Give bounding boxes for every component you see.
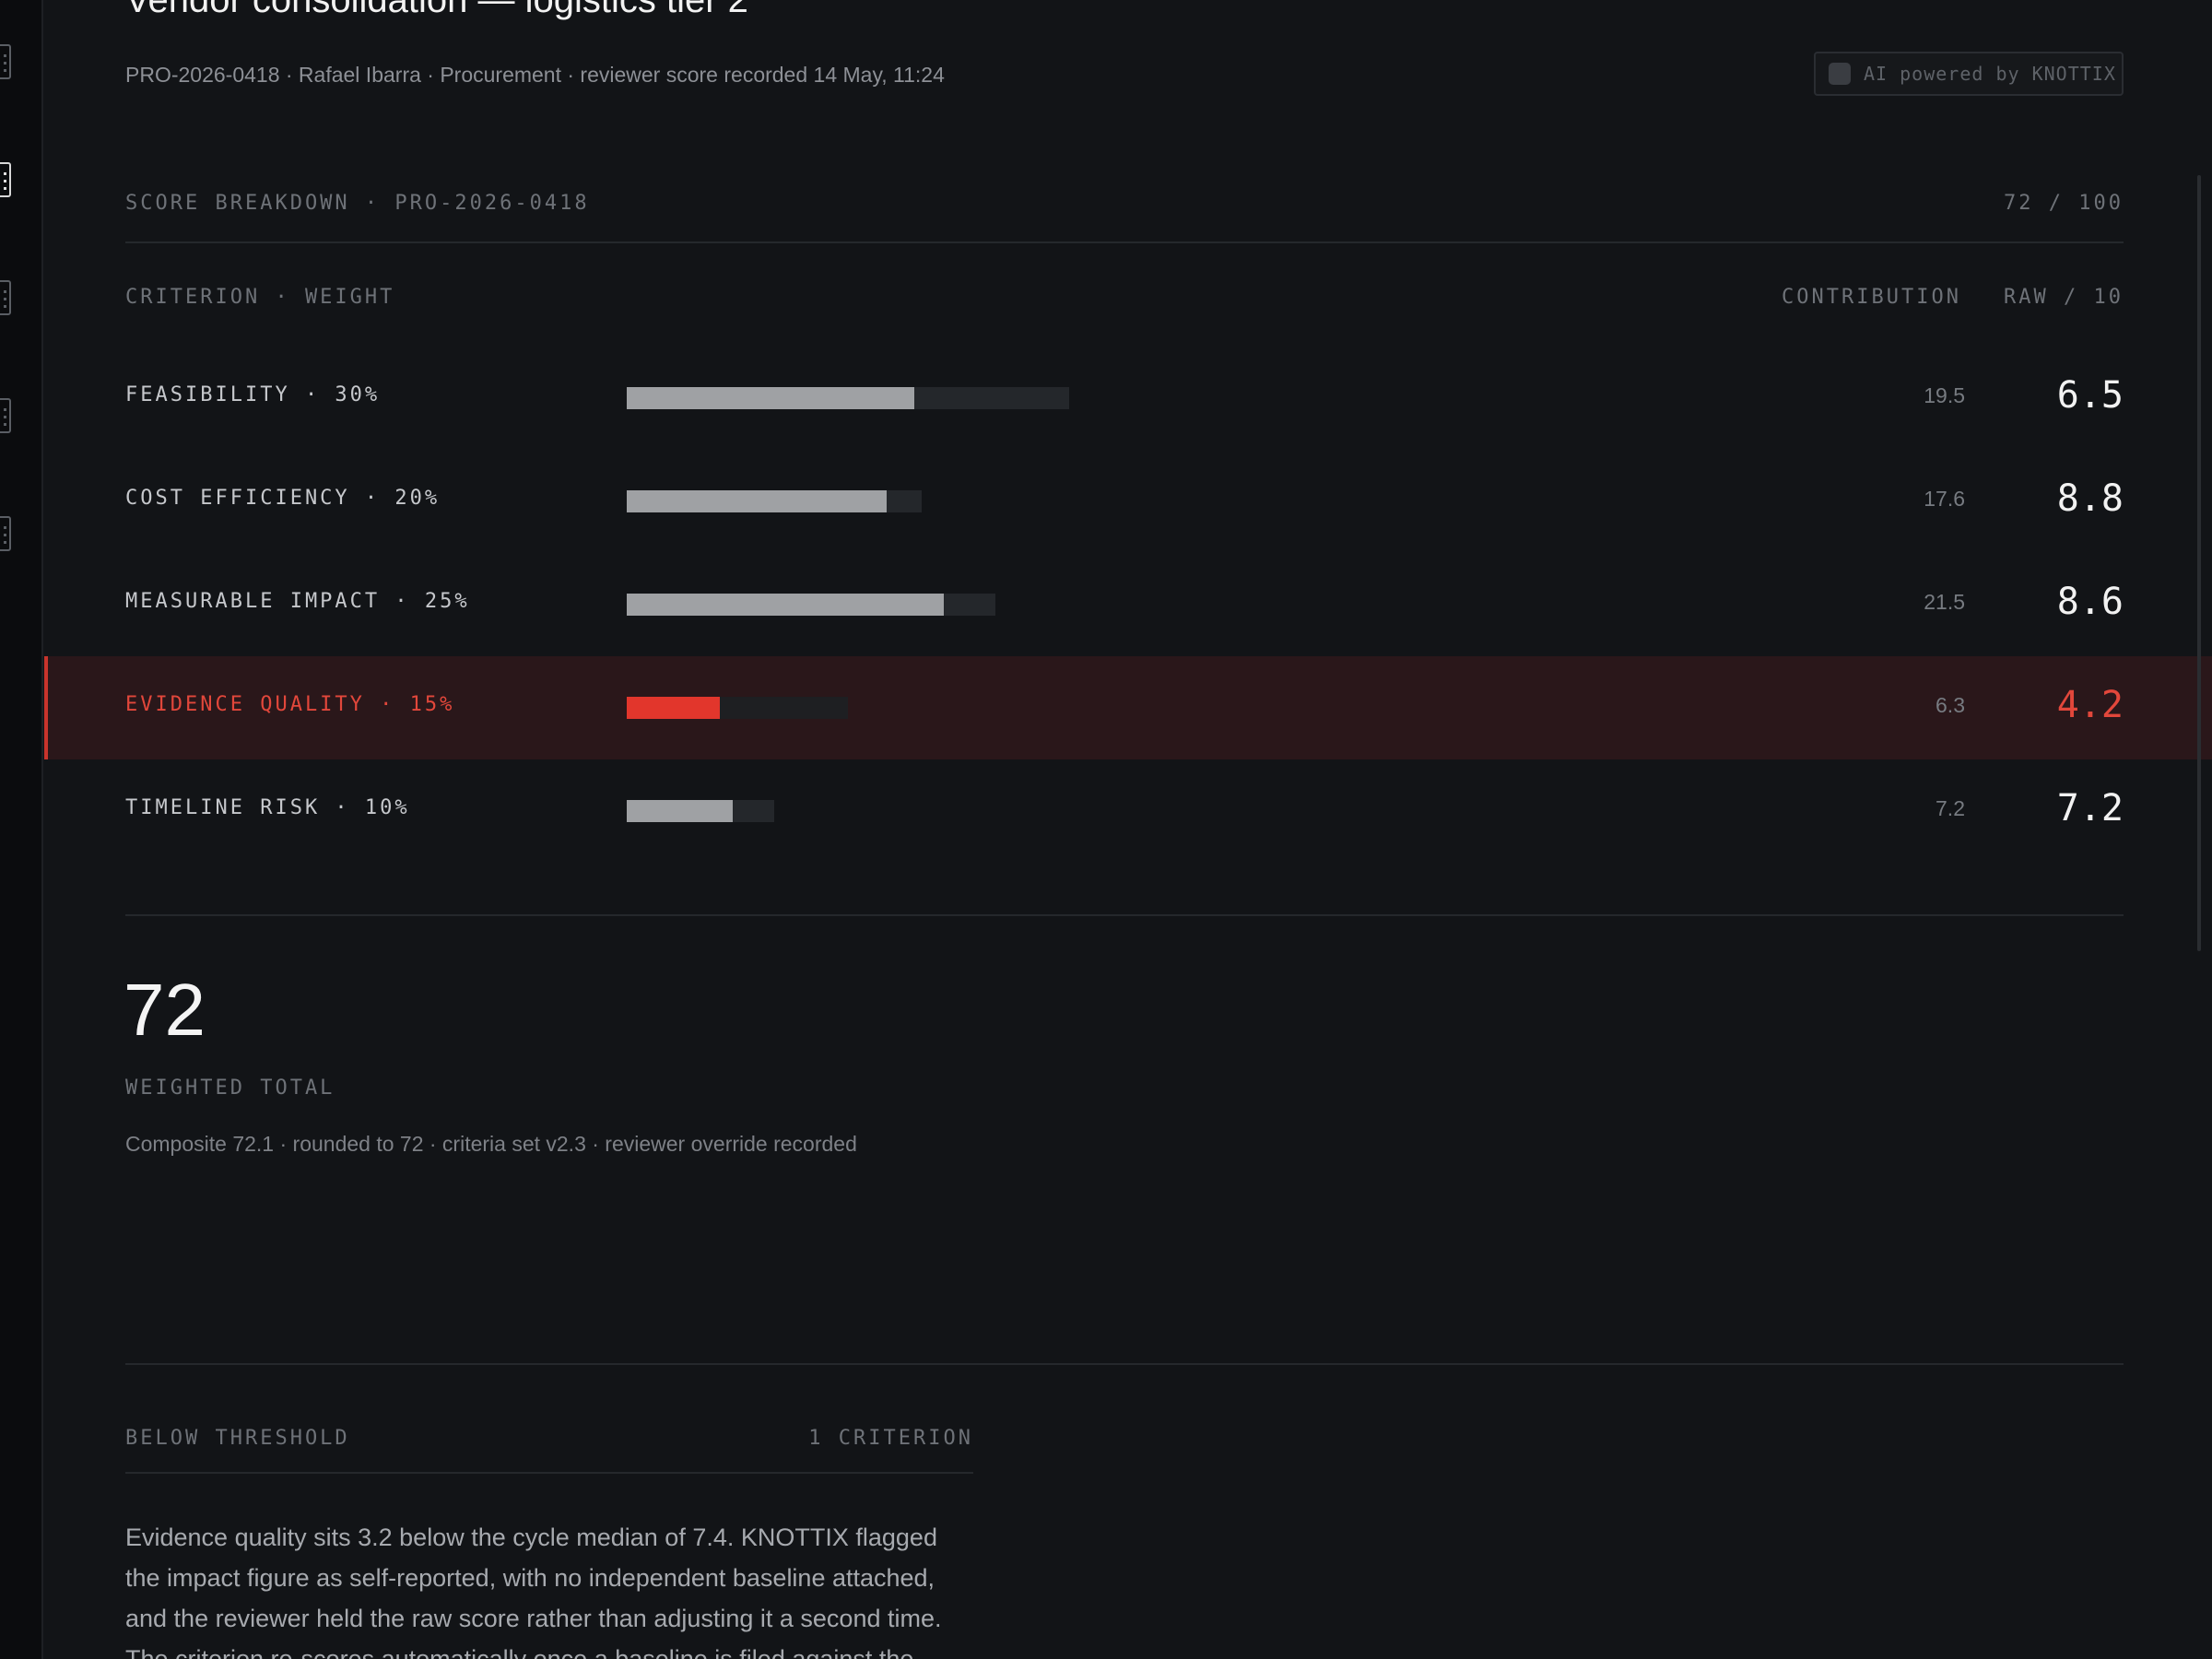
criterion-row[interactable]: MEASURABLE IMPACT · 25% 21.5 8.6 <box>44 553 2212 656</box>
score-bar-track <box>627 387 1069 409</box>
criterion-contribution: 17.6 <box>1924 487 1965 511</box>
col-raw: RAW / 10 <box>2004 286 2124 309</box>
rail-panel-icon-1[interactable] <box>0 44 11 79</box>
col-contribution: CONTRIBUTION <box>1782 286 1961 309</box>
rail-panel-icon-4[interactable] <box>0 398 11 433</box>
criterion-label: EVIDENCE QUALITY · 15% <box>125 693 455 716</box>
criterion-raw-score: 7.2 <box>2056 787 2124 830</box>
ai-badge-icon <box>1829 63 1851 85</box>
score-bar-track <box>627 800 774 822</box>
score-bar-track <box>627 490 922 512</box>
score-summary: 72 / 100 <box>2004 192 2124 215</box>
score-bar-fill <box>627 697 720 719</box>
divider <box>125 1472 973 1474</box>
criterion-label: MEASURABLE IMPACT · 25% <box>125 590 470 613</box>
proposal-meta: PRO-2026-0418 · Rafael Ibarra · Procurem… <box>125 63 945 87</box>
criterion-row-flagged[interactable]: EVIDENCE QUALITY · 15% 6.3 4.2 <box>44 656 2212 759</box>
score-bar-fill <box>627 800 733 822</box>
weighted-total-value: 72 <box>124 969 206 1051</box>
rail-panel-icon-5[interactable] <box>0 516 11 551</box>
page-title: Vendor consolidation — logistics tier 2 <box>125 0 748 20</box>
score-bar-fill <box>627 594 944 616</box>
col-criterion: CRITERION · WEIGHT <box>125 286 395 309</box>
criterion-contribution: 19.5 <box>1924 383 1965 407</box>
below-threshold-title: BELOW THRESHOLD <box>125 1427 350 1450</box>
criterion-label: FEASIBILITY · 30% <box>125 383 381 406</box>
scrollbar[interactable] <box>2197 175 2201 951</box>
weighted-total-note: Composite 72.1 · rounded to 72 · criteri… <box>125 1132 857 1156</box>
divider <box>125 914 2124 916</box>
criterion-raw-score: 4.2 <box>2056 684 2124 726</box>
score-bar-fill <box>627 490 887 512</box>
criterion-contribution: 7.2 <box>1936 796 1965 820</box>
score-breakdown-header: SCORE BREAKDOWN · PRO-2026-0418 72 / 100 <box>125 192 2124 215</box>
criterion-contribution: 6.3 <box>1936 693 1965 717</box>
score-breakdown-title: SCORE BREAKDOWN · PRO-2026-0418 <box>125 192 590 215</box>
below-threshold-count: 1 CRITERION <box>808 1427 973 1450</box>
ai-badge: AI powered by KNOTTIX <box>1814 52 2124 96</box>
below-threshold-header: BELOW THRESHOLD 1 CRITERION <box>125 1427 973 1450</box>
ai-badge-label: AI powered by KNOTTIX <box>1864 63 2116 85</box>
score-bar-track <box>627 697 848 719</box>
criterion-row[interactable]: FEASIBILITY · 30% 19.5 6.5 <box>44 347 2212 450</box>
divider <box>125 241 2124 243</box>
criterion-label: COST EFFICIENCY · 20% <box>125 487 441 510</box>
criterion-label: TIMELINE RISK · 10% <box>125 796 410 819</box>
left-rail <box>0 0 43 1659</box>
criterion-row[interactable]: COST EFFICIENCY · 20% 17.6 8.8 <box>44 450 2212 553</box>
score-bar-track <box>627 594 995 616</box>
criterion-contribution: 21.5 <box>1924 590 1965 614</box>
rail-panel-icon-3[interactable] <box>0 280 11 315</box>
criterion-row[interactable]: TIMELINE RISK · 10% 7.2 7.2 <box>44 759 2212 863</box>
criterion-raw-score: 6.5 <box>2056 374 2124 417</box>
score-bar-fill <box>627 387 914 409</box>
criterion-raw-score: 8.8 <box>2056 477 2124 520</box>
criterion-raw-score: 8.6 <box>2056 581 2124 623</box>
weighted-total-label: WEIGHTED TOTAL <box>125 1077 335 1100</box>
below-threshold-text: Evidence quality sits 3.2 below the cycl… <box>125 1524 942 1659</box>
rail-panel-icon-2[interactable] <box>0 162 11 197</box>
divider <box>125 1363 2124 1365</box>
